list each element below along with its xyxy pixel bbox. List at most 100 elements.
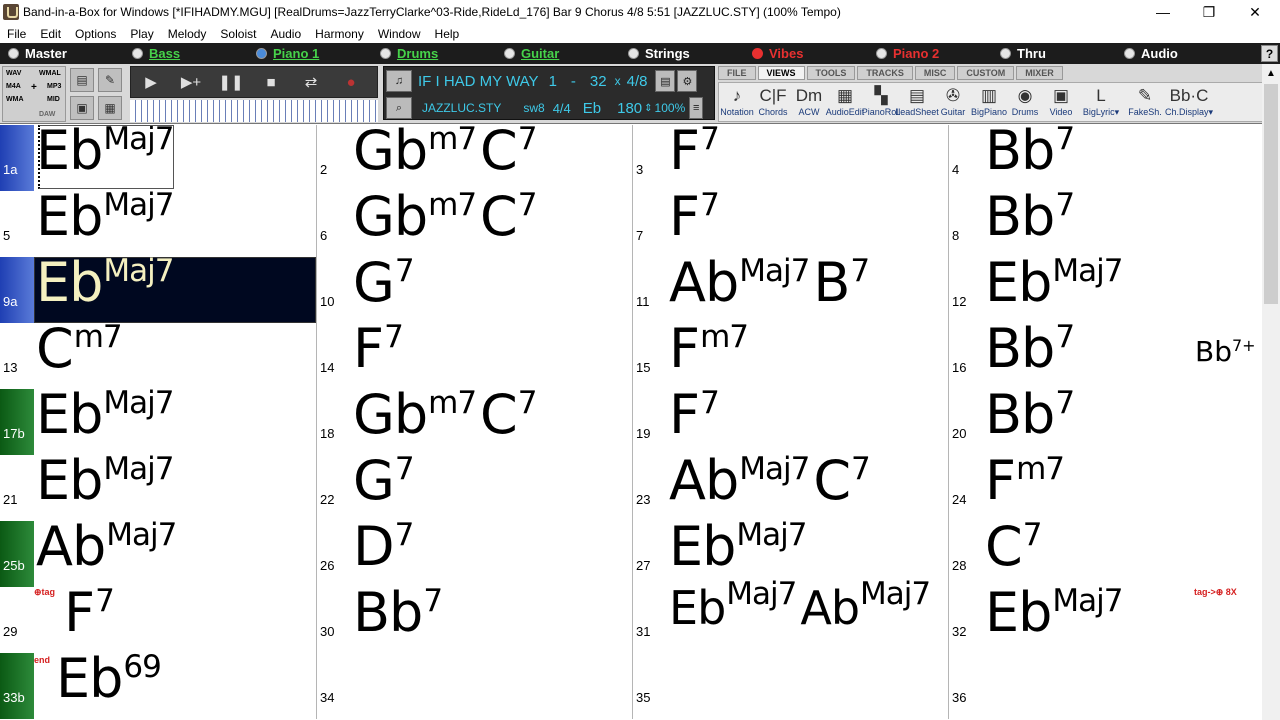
menu-window[interactable]: Window [371,27,428,41]
track-radio-icon[interactable] [752,48,763,59]
end-bar[interactable]: 32 [590,73,607,90]
chord-symbol[interactable]: F7 [669,185,720,248]
tab-mixer[interactable]: MIXER [1016,66,1063,80]
bar-cell[interactable]: 25b AbMaj7 [0,515,316,587]
chord-symbol[interactable]: Cm7 [36,317,123,380]
tempo-menu-icon[interactable]: ≡ [689,97,704,119]
bar-cell[interactable]: 1a EbMaj7 [0,119,316,191]
bar-cell[interactable]: 10 G7 [316,251,632,323]
track-piano-1[interactable]: Piano 1 [256,43,319,64]
chord-symbol[interactable]: G7 [353,449,415,512]
bar-cell[interactable]: 30 Bb7 [316,581,632,653]
view-button-acw[interactable]: Dm ACW [791,83,827,121]
scroll-thumb[interactable] [1264,84,1278,304]
view-button-chords[interactable]: C|F Chords [755,83,791,121]
chord-symbol[interactable]: Fm7 [985,449,1065,512]
bar-cell[interactable]: 17b EbMaj7 [0,383,316,455]
stop-icon[interactable]: ■ [251,68,291,96]
track-drums[interactable]: Drums [380,43,438,64]
chord-symbol[interactable]: Bb7 [985,317,1075,380]
track-strings[interactable]: Strings [628,43,690,64]
key-value[interactable]: Eb [583,100,601,117]
chord-symbol[interactable]: EbMaj7AbMaj7 [669,576,931,635]
track-radio-icon[interactable] [628,48,639,59]
style-search-icon[interactable]: ⌕ [386,97,412,119]
track-radio-icon[interactable] [256,48,267,59]
section-marker[interactable] [0,125,34,191]
tab-misc[interactable]: MISC [914,66,956,80]
scroll-up-icon[interactable]: ▲ [1262,64,1280,82]
wmal-button[interactable]: WMAL [39,70,61,77]
bar-cell[interactable]: 3 F7 [632,119,948,191]
view-button-fakesh[interactable]: ✎ FakeSh. [1123,83,1167,121]
tab-tools[interactable]: TOOLS [806,66,856,80]
chord-symbol[interactable]: EbMaj7 [669,515,808,578]
bar-cell[interactable]: 36 [948,653,1262,719]
push-chord[interactable]: Bb7+ [1195,335,1256,368]
view-button-biglyric[interactable]: L BigLyric▾ [1079,83,1123,121]
track-radio-icon[interactable] [1000,48,1011,59]
chord-symbol[interactable]: AbMaj7C7 [669,449,871,512]
restore-button[interactable]: ❐ [1186,0,1232,24]
chord-symbol[interactable]: Bb7 [353,581,443,644]
bar-cell[interactable]: 34 [316,653,632,719]
chord-symbol[interactable]: C7 [985,515,1042,578]
track-radio-icon[interactable] [132,48,143,59]
chord-symbol[interactable]: F7 [669,119,720,182]
section-marker[interactable] [0,521,34,587]
chord-symbol[interactable]: F7 [669,383,720,446]
daw-button[interactable]: DAW [39,111,55,118]
section-marker[interactable] [0,389,34,455]
bar-cell[interactable]: 31 EbMaj7AbMaj7 [632,576,948,653]
bar-cell[interactable]: 23 AbMaj7C7 [632,449,948,521]
menu-melody[interactable]: Melody [161,27,214,41]
bar-cell[interactable]: 8 Bb7 [948,185,1262,257]
chord-symbol[interactable]: EbMaj7 [985,251,1124,314]
view-button-bigpiano[interactable]: ▥ BigPiano [971,83,1007,121]
track-guitar[interactable]: Guitar [504,43,559,64]
section-marker[interactable] [0,257,34,323]
chord-symbol[interactable]: AbMaj7 [36,515,177,578]
bar-cell[interactable]: 24 Fm7 [948,449,1262,521]
bar-cell[interactable]: 9a EbMaj7 [0,251,316,323]
tab-views[interactable]: VIEWS [757,66,805,80]
chord-symbol[interactable]: G7 [353,251,415,314]
chord-symbol[interactable]: Gbm7C7 [353,185,537,248]
menu-play[interactable]: Play [123,27,160,41]
mid-button[interactable]: MID [47,96,60,103]
notepad-icon[interactable]: ▤ [655,70,676,92]
menu-file[interactable]: File [0,27,33,41]
bar-cell[interactable]: 15 Fm7 [632,317,948,389]
settings-gear-icon[interactable]: ⚙ [677,70,698,92]
chord-symbol[interactable]: D7 [353,515,414,578]
track-bass[interactable]: Bass [132,43,180,64]
menu-options[interactable]: Options [68,27,123,41]
chord-symbol[interactable]: EbMaj7 [36,383,175,446]
bar-cell[interactable]: 35 [632,653,948,719]
chord-symbol[interactable]: EbMaj7 [36,185,175,248]
bar-cell[interactable]: 26 D7 [316,515,632,587]
save-as-icon[interactable]: ▦ [98,96,122,120]
view-button-audioedit[interactable]: ▦ AudioEdit [826,83,865,121]
track-thru[interactable]: Thru [1000,43,1046,64]
bar-cell[interactable]: 4 Bb7 [948,119,1262,191]
track-audio[interactable]: Audio [1124,43,1178,64]
song-title[interactable]: IF I HAD MY WAY [418,73,539,90]
menu-audio[interactable]: Audio [263,27,308,41]
view-button-drums[interactable]: ◉ Drums [1007,83,1043,121]
track-piano-2[interactable]: Piano 2 [876,43,939,64]
bar-cell[interactable]: 28 C7 [948,515,1262,587]
track-radio-icon[interactable] [1124,48,1135,59]
view-button-pianoroll[interactable]: ▚ PianoRoll [862,83,901,121]
song-menu-icon[interactable]: ♫ [386,70,412,92]
bar-cell[interactable]: 6 Gbm7C7 [316,185,632,257]
bar-cell[interactable]: 12 EbMaj7 [948,251,1262,323]
track-vibes[interactable]: Vibes [752,43,803,64]
tempo-spinner-icon[interactable]: ⇕ [644,103,652,114]
play-icon[interactable]: ▶ [131,68,171,96]
bar-cell[interactable]: 14 F7 [316,317,632,389]
track-radio-icon[interactable] [876,48,887,59]
wma-button[interactable]: WMA [6,96,24,103]
close-button[interactable]: ✕ [1232,0,1278,24]
play-from-icon[interactable]: ▶+ [171,68,211,96]
